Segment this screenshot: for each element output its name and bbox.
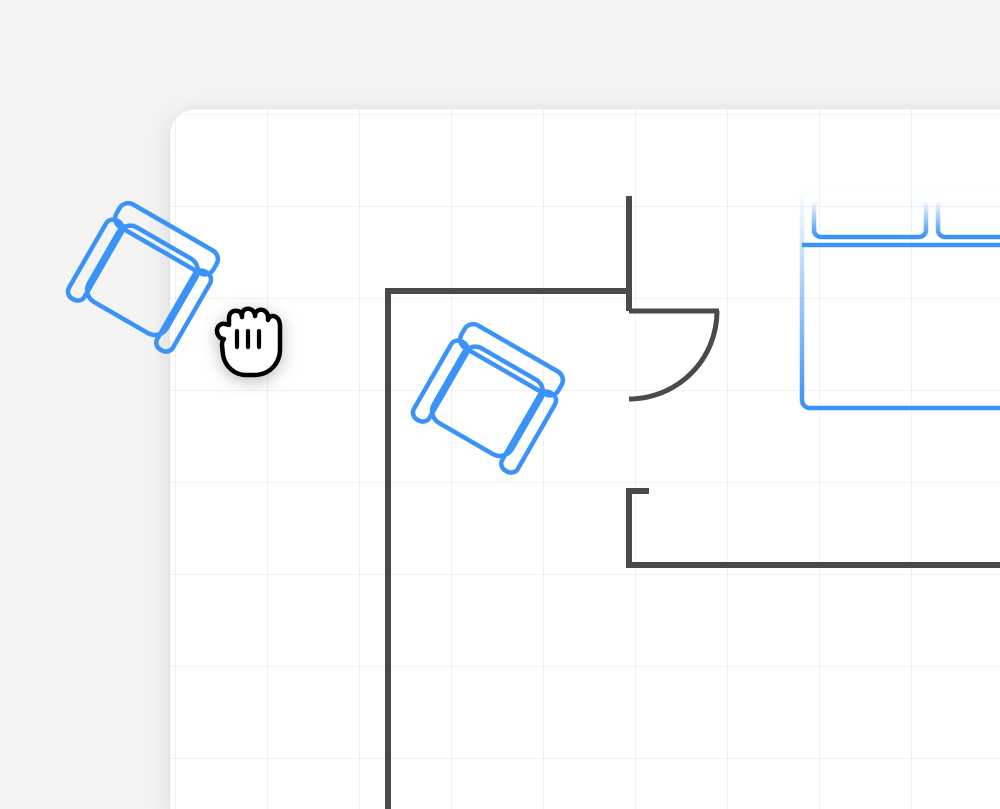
floorplan-canvas-panel[interactable] — [170, 109, 1000, 809]
armchair-placed[interactable] — [410, 319, 570, 476]
grabbing-hand-cursor-icon — [204, 303, 286, 390]
walls — [385, 109, 1000, 809]
bed-double[interactable] — [802, 190, 1000, 408]
door-swing — [629, 311, 719, 399]
floorplan-scene[interactable] — [170, 109, 1000, 809]
